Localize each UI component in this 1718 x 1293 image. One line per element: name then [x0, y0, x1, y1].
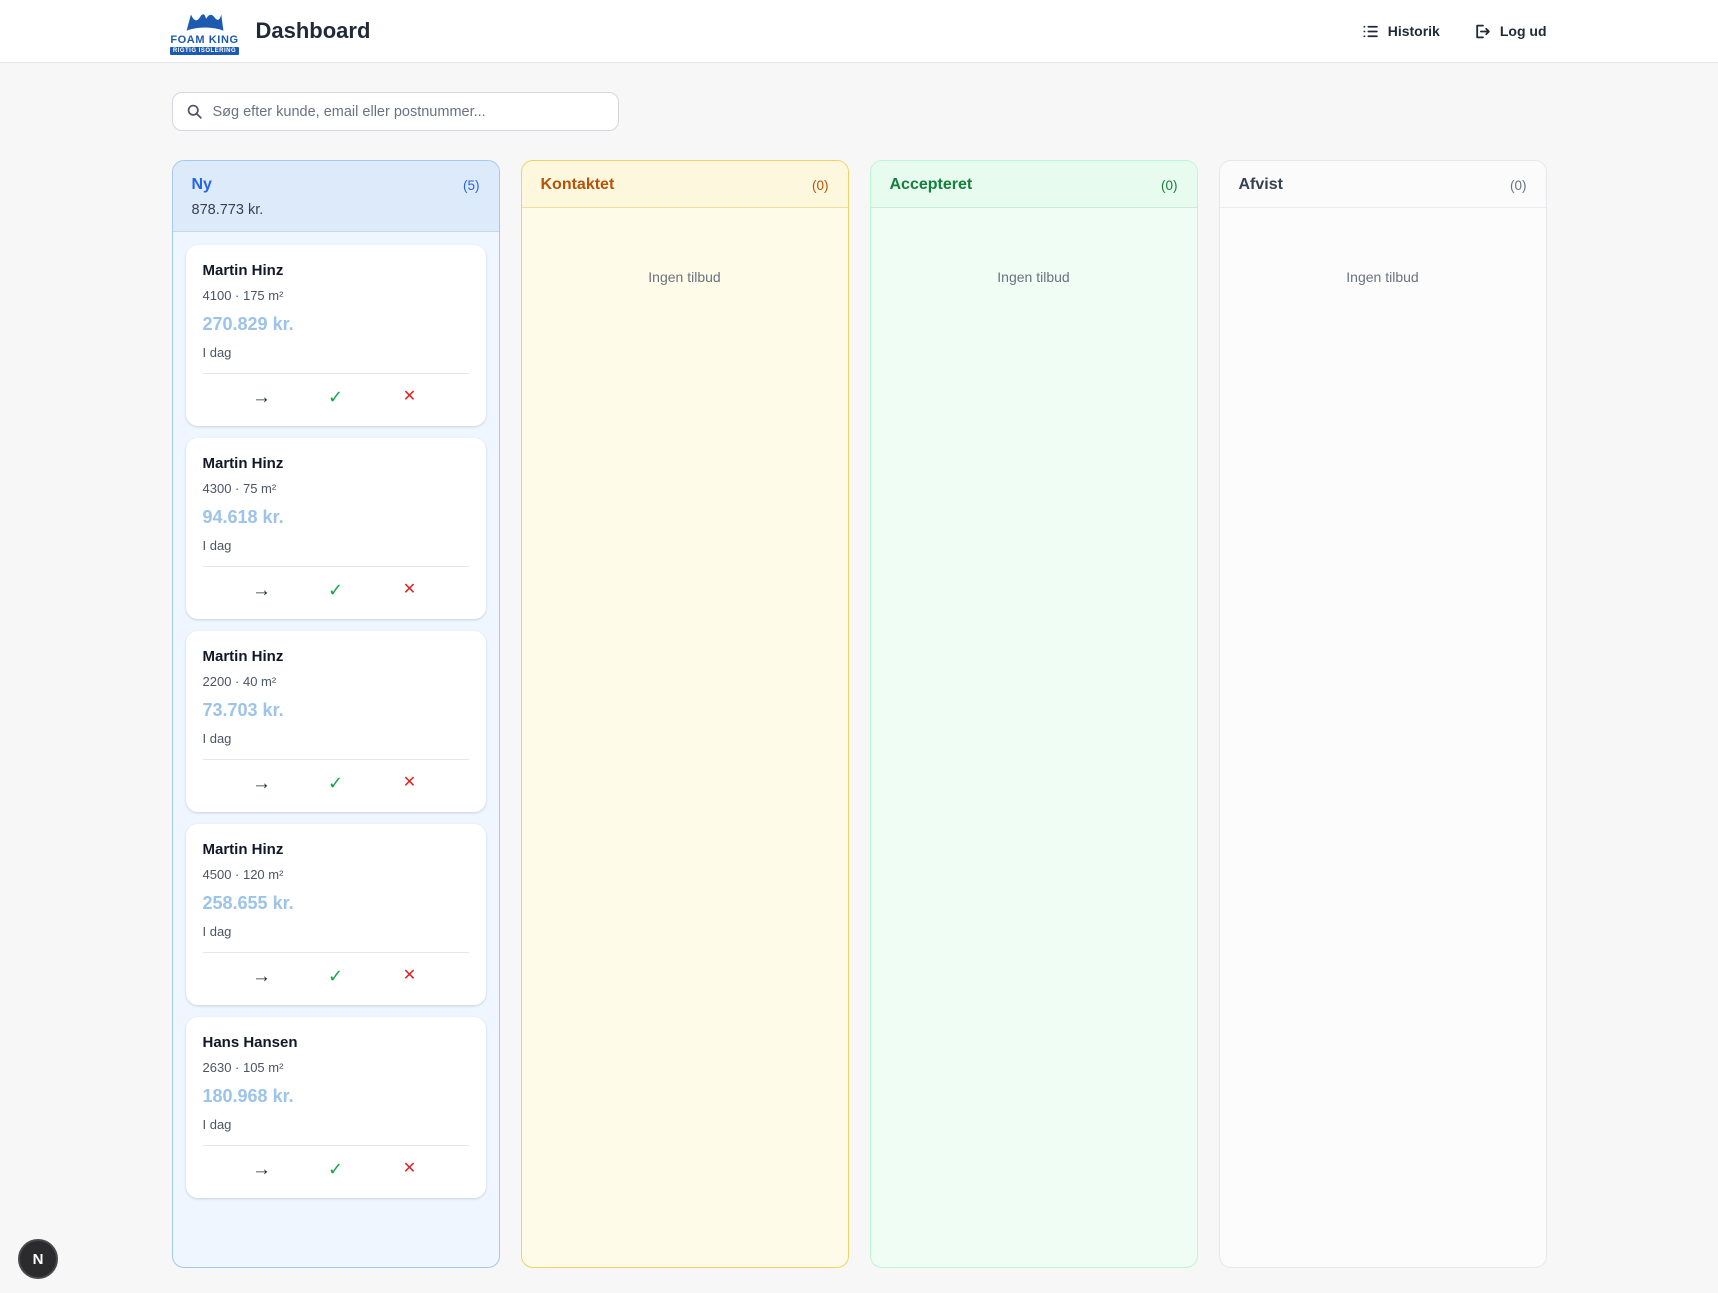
offer-card[interactable]: Martin Hinz 4300 · 75 m² 94.618 kr. I da… [186, 438, 486, 619]
top-bar: FOAM KING RIGTIG ISOLERING Dashboard His… [0, 0, 1718, 63]
accept-card-button[interactable]: ✓ [321, 768, 351, 798]
logo-title: FOAM KING [170, 34, 238, 46]
history-label: Historik [1388, 23, 1440, 39]
search-input[interactable] [172, 92, 619, 131]
column-accepteret: Accepteret (0) Ingen tilbud [870, 160, 1198, 1268]
postcode-area: 2630 · 105 m² [203, 1060, 469, 1075]
offer-price: 258.655 kr. [203, 893, 469, 914]
page-title: Dashboard [256, 18, 371, 44]
offer-date: I dag [203, 1117, 469, 1132]
x-icon: ✕ [403, 389, 416, 405]
postcode-area: 4500 · 120 m² [203, 867, 469, 882]
offer-price: 180.968 kr. [203, 1086, 469, 1107]
check-icon: ✓ [328, 1160, 343, 1178]
column-count: (0) [1161, 178, 1178, 193]
postcode-area: 4300 · 75 m² [203, 481, 469, 496]
empty-state-text: Ingen tilbud [535, 221, 835, 285]
offer-price: 73.703 kr. [203, 700, 469, 721]
accept-card-button[interactable]: ✓ [321, 1154, 351, 1184]
arrow-right-icon: → [252, 1160, 271, 1179]
postcode-area: 2200 · 40 m² [203, 674, 469, 689]
accept-card-button[interactable]: ✓ [321, 961, 351, 991]
column-kontaktet: Kontaktet (0) Ingen tilbud [521, 160, 849, 1268]
column-title: Afvist [1239, 176, 1283, 194]
offer-date: I dag [203, 924, 469, 939]
list-icon [1362, 23, 1379, 40]
logout-label: Log ud [1500, 23, 1547, 39]
kanban-board: Ny (5) 878.773 kr. Martin Hinz 4100 · 17… [172, 160, 1547, 1268]
offer-price: 94.618 kr. [203, 507, 469, 528]
logout-icon [1474, 23, 1491, 40]
logo-subtitle: RIGTIG ISOLERING [170, 47, 239, 55]
empty-state-text: Ingen tilbud [884, 221, 1184, 285]
column-count: (0) [1510, 178, 1527, 193]
reject-card-button[interactable]: ✕ [395, 382, 425, 412]
x-icon: ✕ [403, 582, 416, 598]
column-accepteret-header: Accepteret (0) [871, 161, 1197, 208]
reject-card-button[interactable]: ✕ [395, 768, 425, 798]
accept-card-button[interactable]: ✓ [321, 382, 351, 412]
move-card-button[interactable]: → [247, 1154, 277, 1184]
column-count: (0) [812, 178, 829, 193]
offer-date: I dag [203, 538, 469, 553]
search-bar [172, 92, 619, 131]
check-icon: ✓ [328, 581, 343, 599]
customer-name: Hans Hansen [203, 1034, 469, 1051]
column-title: Accepteret [890, 176, 973, 194]
empty-state-text: Ingen tilbud [1233, 221, 1533, 285]
offer-card[interactable]: Martin Hinz 2200 · 40 m² 73.703 kr. I da… [186, 631, 486, 812]
check-icon: ✓ [328, 967, 343, 985]
customer-name: Martin Hinz [203, 455, 469, 472]
arrow-right-icon: → [252, 774, 271, 793]
postcode-area: 4100 · 175 m² [203, 288, 469, 303]
x-icon: ✕ [403, 1161, 416, 1177]
accept-card-button[interactable]: ✓ [321, 575, 351, 605]
company-logo: FOAM KING RIGTIG ISOLERING [172, 8, 238, 55]
arrow-right-icon: → [252, 581, 271, 600]
column-ny-header: Ny (5) 878.773 kr. [173, 161, 499, 232]
check-icon: ✓ [328, 774, 343, 792]
reject-card-button[interactable]: ✕ [395, 1154, 425, 1184]
offer-price: 270.829 kr. [203, 314, 469, 335]
offer-date: I dag [203, 731, 469, 746]
move-card-button[interactable]: → [247, 575, 277, 605]
customer-name: Martin Hinz [203, 262, 469, 279]
crown-icon [183, 8, 227, 34]
move-card-button[interactable]: → [247, 382, 277, 412]
search-icon [186, 103, 203, 120]
column-title: Ny [192, 176, 212, 194]
check-icon: ✓ [328, 388, 343, 406]
dev-tools-badge[interactable]: N [18, 1239, 58, 1279]
customer-name: Martin Hinz [203, 648, 469, 665]
x-icon: ✕ [403, 775, 416, 791]
customer-name: Martin Hinz [203, 841, 469, 858]
column-title: Kontaktet [541, 176, 615, 194]
column-count: (5) [463, 178, 480, 193]
move-card-button[interactable]: → [247, 961, 277, 991]
arrow-right-icon: → [252, 388, 271, 407]
arrow-right-icon: → [252, 967, 271, 986]
logout-button[interactable]: Log ud [1474, 23, 1547, 40]
column-afvist-header: Afvist (0) [1220, 161, 1546, 208]
column-afvist: Afvist (0) Ingen tilbud [1219, 160, 1547, 1268]
reject-card-button[interactable]: ✕ [395, 961, 425, 991]
history-button[interactable]: Historik [1362, 23, 1440, 40]
offer-date: I dag [203, 345, 469, 360]
x-icon: ✕ [403, 968, 416, 984]
column-kontaktet-header: Kontaktet (0) [522, 161, 848, 208]
brand: FOAM KING RIGTIG ISOLERING Dashboard [172, 8, 371, 55]
offer-card[interactable]: Martin Hinz 4100 · 175 m² 270.829 kr. I … [186, 245, 486, 426]
column-ny-body: Martin Hinz 4100 · 175 m² 270.829 kr. I … [173, 232, 499, 1267]
reject-card-button[interactable]: ✕ [395, 575, 425, 605]
column-sum: 878.773 kr. [192, 202, 480, 218]
column-ny: Ny (5) 878.773 kr. Martin Hinz 4100 · 17… [172, 160, 500, 1268]
offer-card[interactable]: Hans Hansen 2630 · 105 m² 180.968 kr. I … [186, 1017, 486, 1198]
move-card-button[interactable]: → [247, 768, 277, 798]
offer-card[interactable]: Martin Hinz 4500 · 120 m² 258.655 kr. I … [186, 824, 486, 1005]
